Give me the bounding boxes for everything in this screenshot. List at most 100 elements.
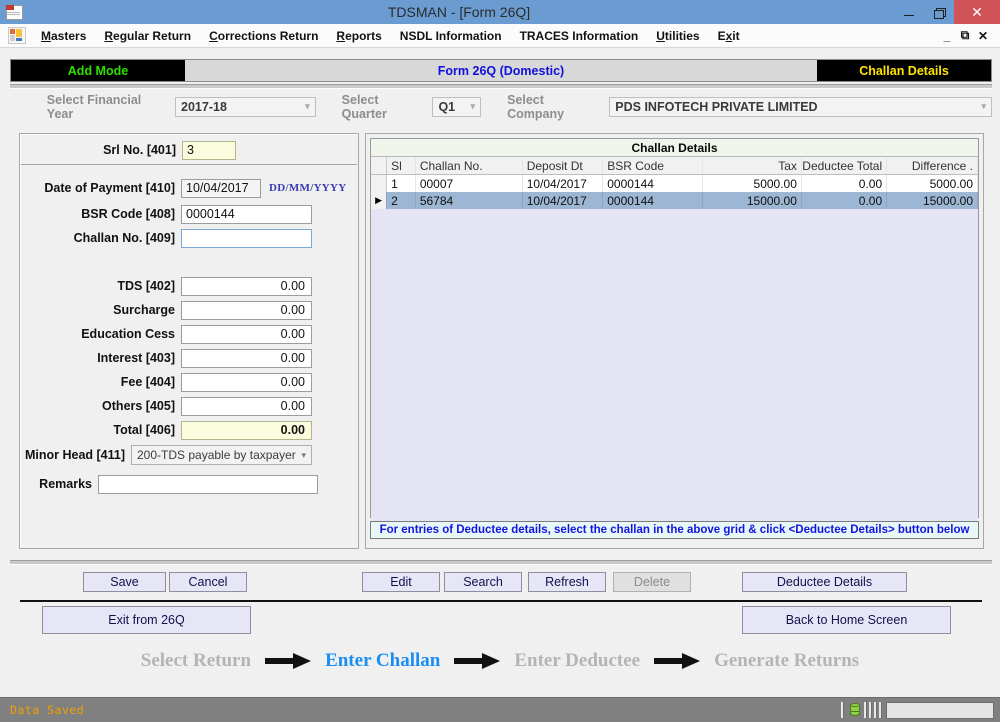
grid-help-note: For entries of Deductee details, select … xyxy=(370,521,979,539)
action-button-row: Save Cancel Edit Search Refresh Delete D… xyxy=(0,572,1000,594)
total-input: 0.00 xyxy=(181,420,312,440)
menu-item-reports[interactable]: Reports xyxy=(327,26,390,46)
minor-head-value: 200-TDS payable by taxpayer xyxy=(137,448,296,462)
status-separator xyxy=(879,702,882,718)
date-of-payment-label: Date of Payment [410] xyxy=(44,181,175,195)
selector-row: Select Financial Year 2017-18 ▾ Select Q… xyxy=(10,90,992,123)
mdi-restore-button[interactable]: ⧉ xyxy=(956,27,974,45)
status-indicators xyxy=(839,701,1000,719)
cell-sl: 1 xyxy=(387,175,416,192)
cell-tax: 15000.00 xyxy=(703,192,802,209)
cell-deposit-dt: 10/04/2017 xyxy=(523,175,604,192)
arrow-right-icon xyxy=(654,653,701,669)
minimize-button[interactable] xyxy=(894,0,924,24)
cell-deductee-total: 0.00 xyxy=(802,192,888,209)
quarter-select[interactable]: Q1 ▾ xyxy=(432,96,482,117)
search-button[interactable]: Search xyxy=(444,572,522,592)
financial-year-select[interactable]: 2017-18 ▾ xyxy=(175,96,316,117)
menu-item-corrections-return[interactable]: Corrections Return xyxy=(200,26,327,46)
remarks-input[interactable] xyxy=(98,474,318,494)
mdi-minimize-button[interactable]: _ xyxy=(938,27,956,45)
column-header-tax[interactable]: Tax xyxy=(703,157,802,174)
mdi-window-controls: _ ⧉ ✕ xyxy=(938,27,1000,45)
column-header-sl[interactable]: Sl xyxy=(387,157,416,174)
title-bar: TDSMAN - [Form 26Q] ✕ xyxy=(0,0,1000,24)
menu-item-regular-return[interactable]: Regular Return xyxy=(95,26,200,46)
refresh-button[interactable]: Refresh xyxy=(528,572,606,592)
bsr-code-label: BSR Code [408] xyxy=(81,207,175,221)
menu-item-masters[interactable]: Masters xyxy=(32,26,95,46)
date-of-payment-input[interactable]: 10/04/2017 xyxy=(181,178,261,198)
chevron-down-icon: ▾ xyxy=(301,449,306,460)
tds-input[interactable]: 0.00 xyxy=(181,276,312,296)
minor-head-label: Minor Head [411] xyxy=(24,448,125,462)
back-to-home-button[interactable]: Back to Home Screen xyxy=(742,606,951,634)
column-header-bsr-code[interactable]: BSR Code xyxy=(603,157,703,174)
others-label: Others [405] xyxy=(102,399,175,413)
srl-no-group: Srl No. [401] 3 xyxy=(21,135,357,165)
restore-button[interactable] xyxy=(924,0,954,24)
wizard-step-enter-challan[interactable]: Enter Challan xyxy=(325,650,440,672)
cell-deposit-dt: 10/04/2017 xyxy=(523,192,604,209)
exit-from-26q-button[interactable]: Exit from 26Q xyxy=(42,606,251,634)
menu-item-nsdl-information[interactable]: NSDL Information xyxy=(391,26,511,46)
cell-difference: 5000.00 xyxy=(887,175,979,192)
challan-grid-title: Challan Details xyxy=(371,139,978,157)
column-header-difference[interactable]: Difference . xyxy=(887,157,979,174)
bsr-code-input[interactable]: 0000144 xyxy=(181,204,312,224)
divider-bottom xyxy=(10,560,992,565)
menu-item-traces-information[interactable]: TRACES Information xyxy=(511,26,648,46)
save-button[interactable]: Save xyxy=(83,572,166,592)
interest-input[interactable]: 0.00 xyxy=(181,348,312,368)
interest-label: Interest [403] xyxy=(97,351,175,365)
others-input[interactable]: 0.00 xyxy=(181,396,312,416)
chevron-down-icon: ▾ xyxy=(981,101,986,111)
status-separator xyxy=(874,702,877,718)
mode-indicator: Add Mode xyxy=(11,60,185,81)
tds-label: TDS [402] xyxy=(117,279,175,293)
education-cess-input[interactable]: 0.00 xyxy=(181,324,312,344)
close-button[interactable]: ✕ xyxy=(954,0,1000,24)
mode-bar: Add Mode Form 26Q (Domestic) Challan Det… xyxy=(10,59,992,82)
wizard-step-generate-returns[interactable]: Generate Returns xyxy=(714,650,859,672)
cell-bsr-code: 0000144 xyxy=(603,175,703,192)
cancel-button[interactable]: Cancel xyxy=(169,572,247,592)
cell-challan-no: 00007 xyxy=(416,175,523,192)
company-select[interactable]: PDS INFOTECH PRIVATE LIMITED ▾ xyxy=(609,96,992,117)
column-header-deductee-total[interactable]: Deductee Total xyxy=(802,157,888,174)
deductee-details-button[interactable]: Deductee Details xyxy=(742,572,907,592)
challan-grid-panel: Challan Details Sl Challan No. Deposit D… xyxy=(365,133,984,549)
challan-no-label: Challan No. [409] xyxy=(73,231,175,245)
cell-challan-no: 56784 xyxy=(416,192,523,209)
window-controls: ✕ xyxy=(894,0,1000,24)
row-indicator xyxy=(371,175,388,192)
wizard-step-enter-deductee[interactable]: Enter Deductee xyxy=(514,650,640,672)
surcharge-input[interactable]: 0.00 xyxy=(181,300,312,320)
menu-item-utilities[interactable]: Utilities xyxy=(647,26,708,46)
financial-year-value: 2017-18 xyxy=(181,99,227,114)
wizard-steps: Select Return Enter Challan Enter Deduct… xyxy=(0,645,1000,677)
main-body: Srl No. [401] 3 Date of Payment [410] 10… xyxy=(10,126,992,556)
form-title: Form 26Q (Domestic) xyxy=(185,60,817,81)
column-header-deposit-dt[interactable]: Deposit Dt xyxy=(523,157,604,174)
chevron-down-icon: ▾ xyxy=(305,101,310,111)
srl-no-label: Srl No. [401] xyxy=(103,143,176,157)
surcharge-label: Surcharge xyxy=(113,303,175,317)
challan-grid-header: Sl Challan No. Deposit Dt BSR Code Tax D… xyxy=(371,157,979,175)
education-cess-label: Education Cess xyxy=(81,327,175,341)
table-row[interactable]: ▶ 2 56784 10/04/2017 0000144 15000.00 0.… xyxy=(371,192,979,209)
fee-input[interactable]: 0.00 xyxy=(181,372,312,392)
status-bar: Data Saved xyxy=(0,697,1000,722)
minor-head-select[interactable]: 200-TDS payable by taxpayer ▾ xyxy=(131,445,312,465)
column-header-challan-no[interactable]: Challan No. xyxy=(416,157,523,174)
database-icon xyxy=(848,702,862,718)
srl-no-input[interactable]: 3 xyxy=(182,140,236,160)
cell-difference: 15000.00 xyxy=(887,192,979,209)
table-row[interactable]: 1 00007 10/04/2017 0000144 5000.00 0.00 … xyxy=(371,175,979,192)
menu-item-exit[interactable]: Exit xyxy=(709,26,749,46)
edit-button[interactable]: Edit xyxy=(362,572,440,592)
wizard-step-select-return[interactable]: Select Return xyxy=(141,650,251,672)
challan-no-input[interactable] xyxy=(181,228,312,248)
mdi-close-button[interactable]: ✕ xyxy=(974,27,992,45)
tdsman-logo-icon xyxy=(8,27,26,44)
